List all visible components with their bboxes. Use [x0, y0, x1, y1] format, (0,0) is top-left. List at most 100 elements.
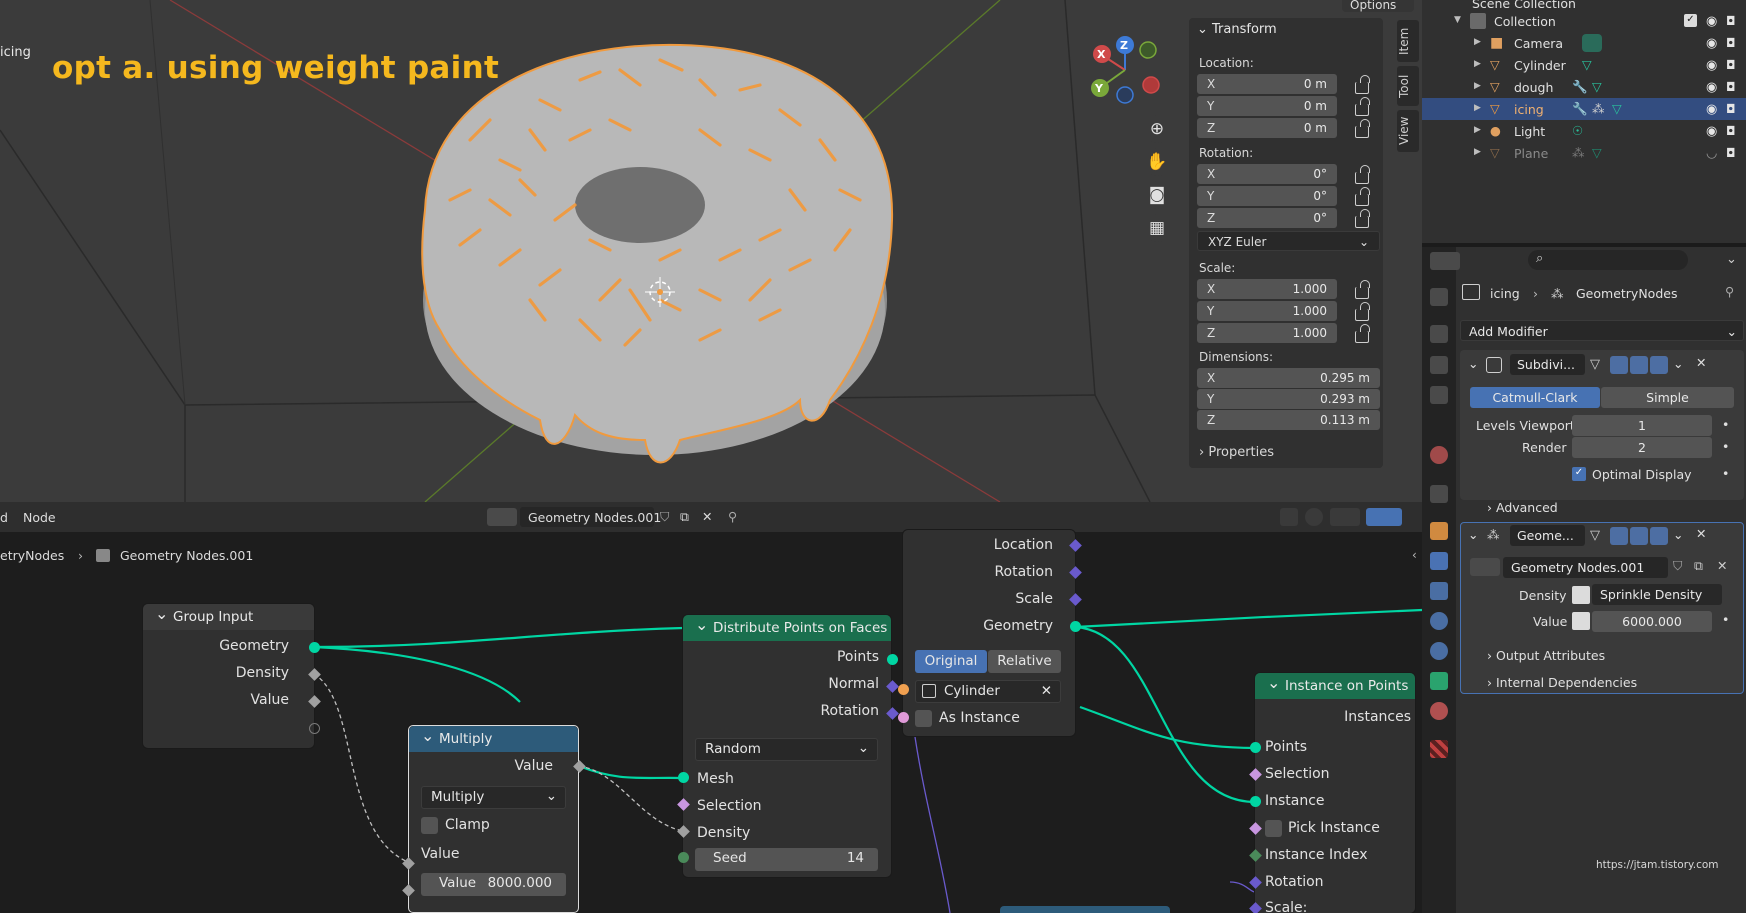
subdivision-name-field[interactable]: Subdivi... — [1510, 354, 1585, 375]
collapse-chevron-icon[interactable]: ⌄ — [1468, 356, 1478, 371]
editor-type-icon[interactable] — [1430, 252, 1460, 270]
cage-icon[interactable] — [1610, 527, 1628, 545]
multiply-value-field[interactable]: Value 8000.000 — [421, 873, 566, 896]
axis-gizmo[interactable]: Z X Y — [1080, 30, 1160, 110]
render-camera-icon[interactable]: ◘ — [1726, 146, 1736, 160]
node-tree-field[interactable]: Geometry Nodes.001 — [1503, 557, 1668, 578]
rotation-mode-select[interactable]: XYZ Euler ⌄ — [1197, 231, 1380, 251]
tab-item[interactable]: Item — [1397, 20, 1419, 62]
location-y-field[interactable]: Y0 m — [1197, 96, 1337, 116]
camera-icon[interactable]: ◙ — [1143, 181, 1171, 209]
material-tab-icon[interactable] — [1430, 702, 1448, 720]
multiply-node[interactable]: Multiply Value Multiply⌄ Clamp Value Val… — [408, 725, 579, 913]
object-select[interactable]: Cylinder ✕ — [915, 680, 1061, 703]
transform-header[interactable]: ⌄ Transform — [1197, 22, 1277, 37]
seed-field[interactable]: Seed 14 — [695, 848, 878, 871]
close-icon[interactable]: ✕ — [1041, 683, 1052, 699]
scale-y-field[interactable]: Y 1.000 — [1197, 301, 1337, 321]
eye-icon[interactable]: ◉ — [1706, 80, 1717, 95]
advanced-section[interactable]: › Advanced — [1487, 500, 1558, 515]
keyframe-dot-icon[interactable]: • — [1722, 417, 1729, 432]
world-tab-icon[interactable] — [1430, 446, 1448, 464]
chevron-down-icon[interactable]: ⌄ — [1726, 252, 1737, 267]
close-icon[interactable]: ✕ — [1696, 526, 1706, 541]
chevron-down-icon[interactable]: ⌄ — [1673, 356, 1683, 371]
dimensions-z-field[interactable]: Z 0.113 m — [1197, 410, 1380, 430]
unlink-icon[interactable]: ✕ — [1717, 558, 1727, 573]
eye-closed-icon[interactable]: ◡ — [1706, 146, 1717, 161]
lock-icon[interactable] — [1355, 187, 1370, 206]
distribute-points-node[interactable]: Distribute Points on Faces Points Normal… — [683, 615, 891, 877]
close-icon[interactable]: ✕ — [1696, 355, 1706, 370]
checkbox-icon[interactable]: ✓ — [1684, 14, 1697, 27]
lock-icon[interactable] — [1355, 324, 1370, 343]
attribute-toggle-icon[interactable] — [1572, 612, 1590, 630]
relative-button[interactable]: Relative — [988, 650, 1061, 673]
grid-icon[interactable]: ▦ — [1143, 214, 1171, 242]
clamp-checkbox[interactable] — [421, 817, 438, 834]
eye-icon[interactable]: ◉ — [1706, 36, 1717, 51]
cage-icon[interactable] — [1610, 356, 1628, 374]
object-tab-icon[interactable] — [1430, 522, 1448, 540]
instance-on-points-node[interactable]: Instance on Points Instances Points Sele… — [1255, 673, 1415, 913]
rotation-y-field[interactable]: Y 0° — [1197, 186, 1337, 206]
render-camera-icon[interactable]: ◘ — [1726, 36, 1736, 50]
render-tab-icon[interactable] — [1430, 325, 1448, 343]
integer-socket[interactable] — [678, 852, 689, 863]
keyframe-dot-icon[interactable]: • — [1722, 466, 1729, 481]
physics-tab-icon[interactable] — [1430, 612, 1448, 630]
eye-icon[interactable]: ◉ — [1706, 14, 1717, 29]
tab-tool[interactable]: Tool — [1397, 66, 1419, 106]
render-camera-icon[interactable]: ◘ — [1726, 58, 1736, 72]
as-instance-checkbox[interactable] — [915, 710, 932, 727]
collapse-chevron-icon[interactable]: ⌄ — [1468, 527, 1478, 542]
eye-icon[interactable]: ◉ — [1706, 124, 1717, 139]
keyframe-dot-icon[interactable]: • — [1722, 439, 1729, 454]
properties-panel-header[interactable]: › Properties — [1199, 445, 1274, 460]
lock-icon[interactable] — [1355, 97, 1370, 116]
outliner-item-light[interactable]: ▶ ● Light ☉ ◉ ◘ — [1422, 120, 1746, 142]
view-layer-tab-icon[interactable] — [1430, 386, 1448, 404]
geometry-socket[interactable] — [1070, 621, 1081, 632]
3d-viewport[interactable]: icing opt a. using weight paint Options … — [0, 0, 1422, 502]
lock-icon[interactable] — [1355, 165, 1370, 184]
partial-node-header[interactable] — [1000, 906, 1170, 913]
math-operation-select[interactable]: Multiply ⌄ — [421, 786, 566, 809]
keyframe-dot-icon[interactable]: • — [1722, 612, 1729, 627]
optimal-display-checkbox[interactable]: ✓ — [1572, 467, 1586, 481]
lock-icon[interactable] — [1355, 119, 1370, 138]
pin-icon[interactable]: ⚲ — [1725, 284, 1734, 299]
collection-tab-icon[interactable] — [1430, 485, 1448, 503]
lock-icon[interactable] — [1355, 75, 1370, 94]
outliner-item-dough[interactable]: ▶ ▽ dough 🔧 ▽ ◉ ◘ — [1422, 76, 1746, 98]
tool-tab-icon[interactable] — [1430, 288, 1448, 306]
viewport-display-icon[interactable] — [1630, 527, 1648, 545]
scale-x-field[interactable]: X 1.000 — [1197, 279, 1337, 299]
render-camera-icon[interactable]: ◘ — [1726, 80, 1736, 94]
output-tab-icon[interactable] — [1430, 356, 1448, 374]
empty-socket[interactable] — [309, 723, 320, 734]
hand-pan-icon[interactable]: ✋ — [1143, 148, 1171, 176]
internal-dependencies-section[interactable]: › Internal Dependencies — [1487, 675, 1637, 690]
render-toggle-icon[interactable] — [1650, 356, 1668, 374]
geometry-socket[interactable] — [887, 654, 898, 665]
scale-z-field[interactable]: Z 1.000 — [1197, 323, 1337, 343]
outliner-item-cylinder[interactable]: ▶ ▽ Cylinder ▽ ◉ ◘ — [1422, 54, 1746, 76]
render-camera-icon[interactable]: ◘ — [1726, 102, 1736, 116]
rotation-x-field[interactable]: X 0° — [1197, 164, 1337, 184]
eye-icon[interactable]: ◉ — [1706, 102, 1717, 117]
constraints-tab-icon[interactable] — [1430, 642, 1448, 660]
data-tab-icon[interactable] — [1430, 672, 1448, 690]
attribute-toggle-icon[interactable] — [1572, 586, 1590, 604]
options-dropdown[interactable]: Options — [1342, 0, 1414, 12]
render-camera-icon[interactable]: ◘ — [1726, 124, 1736, 138]
density-attribute-field[interactable]: Sprinkle Density — [1592, 584, 1722, 605]
group-input-node[interactable]: Group Input Geometry Density Value — [143, 604, 314, 748]
particles-tab-icon[interactable] — [1430, 582, 1448, 600]
geonodes-name-field[interactable]: Geome... — [1510, 525, 1585, 546]
object-socket[interactable] — [898, 684, 909, 695]
modifier-tab-icon[interactable] — [1430, 552, 1448, 570]
dimensions-x-field[interactable]: X 0.295 m — [1197, 368, 1380, 388]
object-info-node[interactable]: Location Rotation Scale Geometry Origina… — [903, 530, 1075, 736]
edit-mode-icon[interactable]: ▽ — [1590, 357, 1600, 372]
